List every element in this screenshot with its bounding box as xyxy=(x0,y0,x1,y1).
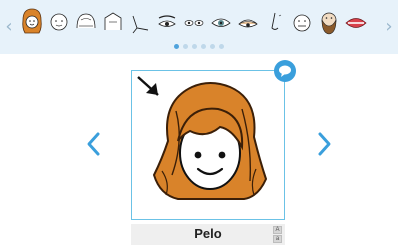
thumbnail-list xyxy=(20,6,378,40)
thumbnail-forehead[interactable] xyxy=(101,6,125,40)
page-dot[interactable] xyxy=(192,44,197,49)
page-dot[interactable] xyxy=(210,44,215,49)
strip-next-button[interactable]: › xyxy=(383,17,395,37)
font-increase-button[interactable]: A xyxy=(273,226,282,234)
thumbnail-face[interactable] xyxy=(290,6,314,40)
page-indicator xyxy=(0,44,398,50)
page-dot[interactable] xyxy=(183,44,188,49)
thumbnail-scalp[interactable] xyxy=(74,6,98,40)
strip-prev-button[interactable]: ‹ xyxy=(3,17,15,37)
thumbnail-eyebrow[interactable] xyxy=(155,6,179,40)
thumbnail-nose[interactable] xyxy=(263,6,287,40)
prev-pictogram-button[interactable] xyxy=(84,130,104,158)
page-dot[interactable] xyxy=(201,44,206,49)
thumbnail-strip: ‹ › xyxy=(0,0,398,54)
next-pictogram-button[interactable] xyxy=(314,130,334,158)
speech-bubble-icon xyxy=(279,65,291,77)
page-dot[interactable] xyxy=(174,44,179,49)
font-decrease-button[interactable]: a xyxy=(273,235,282,243)
thumbnail-eyes[interactable] xyxy=(182,6,206,40)
arrow-icon xyxy=(137,76,159,96)
speak-button[interactable] xyxy=(274,60,296,82)
pictogram-card xyxy=(131,70,285,220)
page-dot[interactable] xyxy=(219,44,224,49)
pictogram-label-bar: Pelo A a xyxy=(131,224,285,245)
thumbnail-eye[interactable] xyxy=(209,6,233,40)
thumbnail-hair[interactable] xyxy=(20,6,44,40)
thumbnail-beard[interactable] xyxy=(317,6,341,40)
thumbnail-eyelid[interactable] xyxy=(236,6,260,40)
hair-pictogram-image xyxy=(137,76,268,200)
thumbnail-mouth[interactable] xyxy=(344,6,368,40)
pictogram-label: Pelo xyxy=(194,226,222,241)
thumbnail-jaw[interactable] xyxy=(128,6,152,40)
thumbnail-head[interactable] xyxy=(47,6,71,40)
